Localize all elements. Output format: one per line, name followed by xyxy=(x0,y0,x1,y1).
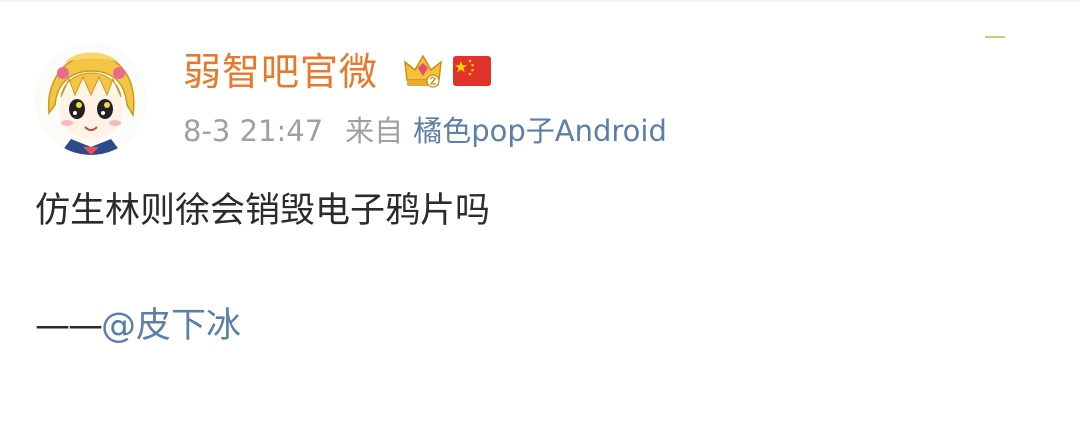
post-menu-icon[interactable] xyxy=(985,36,1005,38)
mention-link[interactable]: @皮下冰 xyxy=(101,306,241,346)
username[interactable]: 弱智吧官微 xyxy=(183,48,378,96)
top-divider xyxy=(0,0,1080,2)
post-signature: ——@皮下冰 xyxy=(35,302,241,350)
source-prefix: 来自 xyxy=(345,114,404,148)
post-timestamp: 8-3 21:47 xyxy=(183,114,324,148)
post-meta: 8-3 21:47 来自 橘色pop子Android xyxy=(183,112,667,150)
post-content: 仿生林则徐会销毁电子鸦片吗 xyxy=(35,191,491,231)
weibo-post: 弱智吧官微 8-3 21:47 来自 橘色pop子Android 仿生林则徐会销毁电… xyxy=(0,0,1080,427)
china-flag-icon xyxy=(453,54,491,88)
post-source-link[interactable]: 橘色pop子Android xyxy=(413,114,667,148)
signature-dash: —— xyxy=(35,306,103,346)
crown-icon[interactable] xyxy=(402,50,444,92)
avatar[interactable] xyxy=(35,43,147,155)
